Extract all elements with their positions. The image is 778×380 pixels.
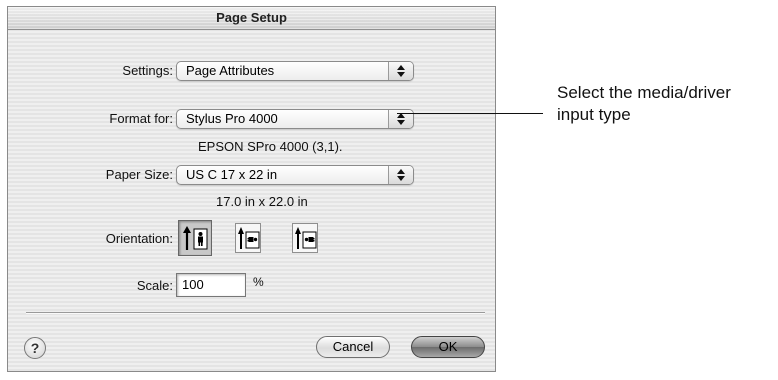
dialog-title: Page Setup [216, 10, 287, 25]
paper-size-select[interactable]: US C 17 x 22 in [176, 165, 414, 185]
scale-unit: % [253, 275, 264, 289]
page-setup-dialog: Page Setup Settings: Page Attributes For… [7, 6, 496, 372]
cancel-button[interactable]: Cancel [316, 336, 390, 358]
settings-label: Settings: [122, 63, 173, 78]
chevron-up-down-icon [388, 62, 413, 80]
callout-leader-line [397, 113, 543, 114]
help-button[interactable]: ? [24, 337, 46, 359]
landscape-orientation-button[interactable] [235, 223, 261, 253]
portrait-orientation-button[interactable] [178, 220, 212, 256]
scale-label: Scale: [136, 278, 173, 293]
paper-size-select-value: US C 17 x 22 in [186, 167, 278, 182]
format-for-select-value: Stylus Pro 4000 [186, 111, 278, 126]
scale-input[interactable]: 100 [176, 273, 246, 297]
settings-select[interactable]: Page Attributes [176, 61, 414, 81]
landscape-orientation-icon [238, 227, 260, 249]
dialog-divider [26, 312, 485, 314]
orientation-label: Orientation: [105, 231, 173, 246]
ok-button[interactable]: OK [411, 336, 485, 358]
callout-annotation: Select the media/driver input type [557, 82, 777, 126]
portrait-orientation-icon [183, 226, 208, 250]
format-for-label: Format for: [109, 111, 173, 126]
paper-size-label: Paper Size: [105, 167, 173, 182]
settings-select-value: Page Attributes [186, 63, 275, 78]
paper-dimensions: 17.0 in x 22.0 in [216, 194, 308, 209]
reverse-landscape-orientation-icon [295, 227, 317, 249]
chevron-up-down-icon [388, 166, 413, 184]
dialog-titlebar[interactable]: Page Setup [8, 7, 495, 30]
format-for-select[interactable]: Stylus Pro 4000 [176, 109, 414, 129]
callout-line-2: input type [557, 105, 631, 124]
printer-info: EPSON SPro 4000 (3,1). [198, 139, 343, 154]
reverse-landscape-orientation-button[interactable] [292, 223, 318, 253]
callout-line-1: Select the media/driver [557, 83, 731, 102]
